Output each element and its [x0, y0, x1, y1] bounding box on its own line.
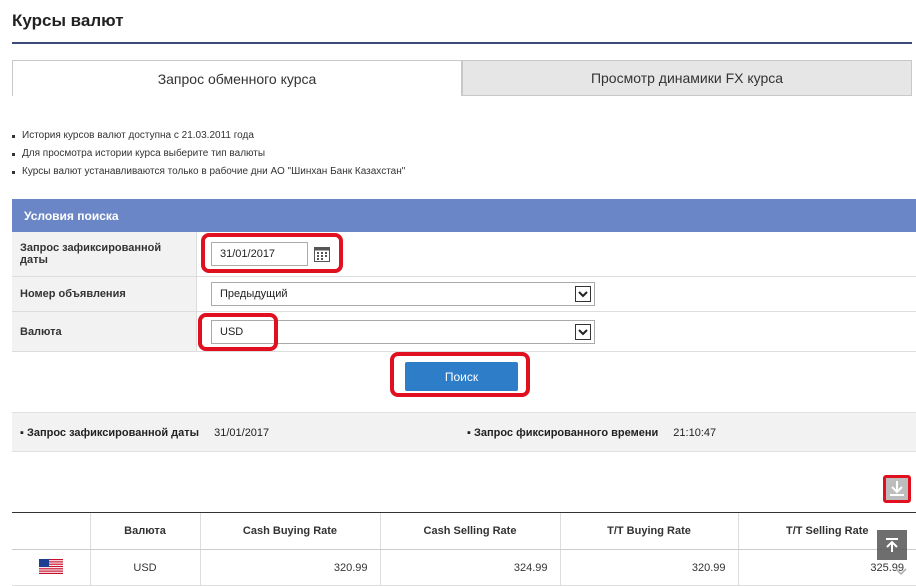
notice-select[interactable]: Предыдущий: [211, 282, 595, 306]
col-flag: [12, 512, 90, 550]
tab-fx-dynamics[interactable]: Просмотр динамики FX курса: [462, 60, 912, 96]
info-time-value: 21:10:47: [673, 427, 717, 439]
info-time-label: ▪ Запрос фиксированного времени: [467, 427, 659, 439]
info-time: ▪ Запрос фиксированного времени 21:10:47: [467, 427, 716, 439]
date-input[interactable]: 31/01/2017: [211, 242, 308, 266]
notice-value-cell: Предыдущий: [197, 277, 916, 311]
col-cash-buying: Cash Buying Rate: [199, 512, 380, 550]
info-date: ▪ Запрос зафиксированной даты 31/01/2017: [20, 427, 269, 439]
chevron-down-icon[interactable]: [893, 565, 909, 579]
note-item: Для просмотра истории курса выберите тип…: [12, 145, 405, 163]
table-header-row: Валюта Cash Buying Rate Cash Selling Rat…: [12, 512, 916, 550]
tab-bar: Запрос обменного курса Просмотр динамики…: [12, 60, 912, 96]
notice-label: Номер объявления: [12, 277, 197, 311]
currency-row: Валюта USD: [12, 312, 916, 352]
page-title: Курсы валют: [12, 11, 124, 30]
search-button[interactable]: Поиск: [405, 362, 518, 391]
col-tt-buying: T/T Buying Rate: [559, 512, 738, 550]
note-item: История курсов валют доступна с 21.03.20…: [12, 127, 405, 145]
notice-selected: Предыдущий: [220, 288, 288, 300]
currency-label: Валюта: [12, 312, 197, 351]
scroll-to-top-button[interactable]: [877, 530, 907, 560]
tt-buying-cell: 320.99: [559, 549, 738, 586]
rates-table: Валюта Cash Buying Rate Cash Selling Rat…: [12, 512, 916, 586]
cash-selling-cell: 324.99: [379, 549, 560, 586]
download-icon: [890, 481, 904, 496]
currency-select[interactable]: USD: [211, 319, 595, 344]
notice-row: Номер объявления Предыдущий: [12, 277, 916, 312]
info-bar: ▪ Запрос зафиксированной даты 31/01/2017…: [12, 412, 916, 452]
download-button[interactable]: [883, 475, 911, 503]
info-date-label: ▪ Запрос зафиксированной даты: [20, 427, 200, 439]
date-row: Запрос зафиксированной даты 31/01/2017: [12, 232, 916, 277]
table-row: USD 320.99 324.99 320.99 325.99: [12, 549, 916, 586]
date-value-cell: 31/01/2017: [197, 232, 916, 276]
tab-exchange-rate-query[interactable]: Запрос обменного курса: [12, 60, 462, 96]
date-label: Запрос зафиксированной даты: [12, 232, 197, 276]
currency-selected: USD: [220, 325, 244, 338]
currency-value-cell: USD: [197, 312, 916, 351]
search-conditions-header: Условия поиска: [12, 199, 916, 232]
calendar-icon[interactable]: [314, 246, 330, 262]
info-date-value: 31/01/2017: [214, 427, 270, 439]
cash-buying-cell: 320.99: [199, 549, 380, 586]
us-flag-icon: [38, 558, 63, 574]
col-currency: Валюта: [89, 512, 200, 550]
arrow-up-icon: [886, 538, 898, 552]
title-divider: [12, 42, 912, 44]
notes-list: История курсов валют доступна с 21.03.20…: [12, 127, 405, 181]
chevron-down-icon: [575, 286, 591, 302]
flag-cell: [12, 549, 90, 586]
note-item: Курсы валют устанавливаются только в раб…: [12, 163, 405, 181]
col-cash-selling: Cash Selling Rate: [379, 512, 560, 550]
currency-cell: USD: [89, 549, 200, 586]
chevron-down-icon: [575, 323, 591, 340]
